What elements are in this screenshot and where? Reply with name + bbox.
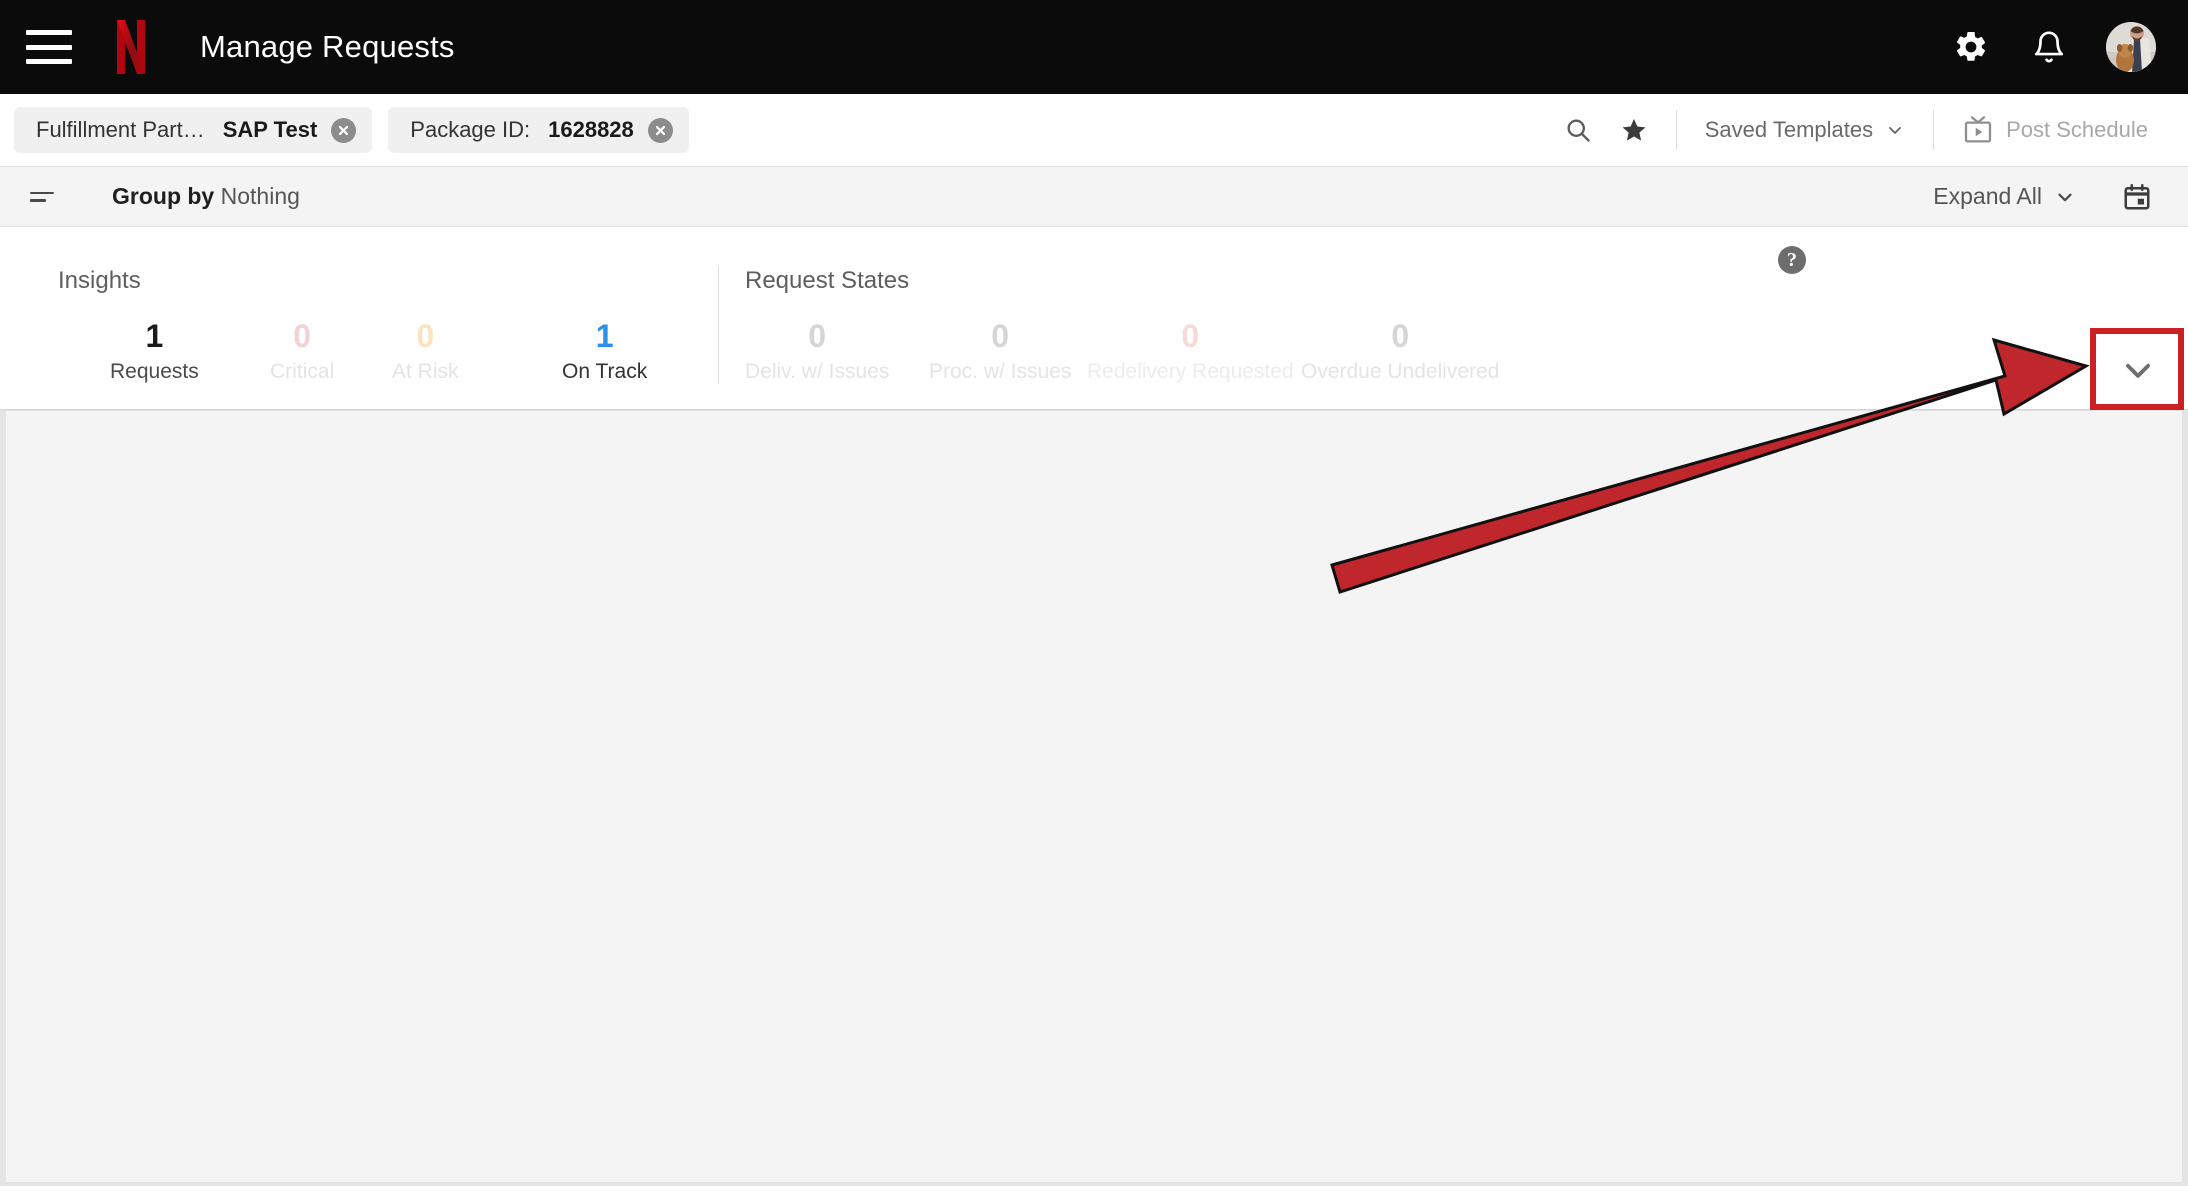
hamburger-line	[26, 44, 72, 50]
chevron-down-icon	[2126, 363, 2150, 378]
stat-value: 0	[416, 318, 435, 354]
stat-value: 0	[1391, 318, 1410, 354]
stat-label: Redelivery Requested	[1087, 360, 1294, 383]
insights-panel: Insights Request States 1 Requests 0 Cri…	[0, 228, 2188, 410]
hamburger-line	[26, 30, 72, 35]
collapse-insights-button[interactable]	[2099, 337, 2177, 403]
hamburger-line	[26, 59, 72, 64]
filter-chip-value: SAP Test	[222, 117, 318, 142]
requests-list-area[interactable]	[0, 410, 2188, 1186]
group-by-bar: Group by Nothing Expand All	[0, 167, 2188, 227]
stat-label: Critical	[270, 360, 335, 383]
stat-at-risk[interactable]: 0 At Risk	[392, 316, 459, 386]
requests-list-empty	[6, 410, 2182, 1182]
post-schedule-button[interactable]: Post Schedule	[1948, 108, 2162, 152]
group-by-control[interactable]: Group by Nothing	[112, 183, 300, 210]
filter-chip-package-id[interactable]: Package ID: 1628828	[388, 107, 689, 153]
filter-chip-key: Fulfillment Part…	[36, 117, 205, 142]
stat-label: Requests	[110, 360, 199, 383]
netflix-n-logo[interactable]	[116, 20, 146, 74]
expand-all-label: Expand All	[1933, 183, 2042, 209]
request-states-stat-group: 0 Deliv. w/ Issues 0 Proc. w/ Issues 0 R…	[719, 228, 1779, 410]
filter-chip-list: Fulfillment Part… SAP Test Package ID: 1…	[14, 107, 689, 153]
stat-value: 0	[991, 318, 1010, 354]
filter-chip-key: Package ID:	[410, 117, 531, 142]
stat-value: 0	[808, 318, 827, 354]
app-header: Manage Requests	[0, 0, 2188, 94]
post-schedule-label: Post Schedule	[2006, 117, 2148, 142]
stat-value: 1	[145, 318, 164, 354]
stat-label: At Risk	[392, 360, 459, 383]
stat-critical[interactable]: 0 Critical	[270, 316, 334, 386]
star-filled-icon[interactable]	[1606, 108, 1662, 152]
saved-templates-label: Saved Templates	[1704, 117, 1874, 142]
group-by-label: Group by	[112, 183, 215, 209]
stat-value: 0	[293, 318, 311, 354]
help-circle-icon[interactable]: ?	[1778, 246, 1806, 274]
tv-play-icon	[1964, 116, 1992, 143]
header-actions	[1950, 22, 2156, 72]
filter-chip-fulfillment-partner[interactable]: Fulfillment Part… SAP Test	[14, 107, 373, 153]
sort-lines-icon[interactable]	[30, 182, 62, 212]
filter-bar-actions: Saved Templates Post Schedule	[1550, 108, 2162, 152]
page-title: Manage Requests	[200, 29, 455, 64]
calendar-icon[interactable]	[2116, 176, 2158, 218]
search-icon[interactable]	[1550, 108, 1606, 152]
stat-overdue-undelivered[interactable]: 0 Overdue Undelivered	[1301, 316, 1499, 386]
bell-icon[interactable]	[2028, 26, 2070, 68]
help-glyph: ?	[1787, 248, 1797, 271]
group-by-left: Group by Nothing	[30, 182, 300, 212]
stat-label: Deliv. w/ Issues	[745, 360, 890, 383]
app-root: Manage Requests Fulfillment Part… SAP Te…	[0, 0, 2188, 1186]
chevron-down-icon	[2058, 193, 2072, 201]
stat-requests[interactable]: 1 Requests	[110, 316, 199, 386]
stat-value: 0	[1181, 318, 1200, 354]
saved-templates-dropdown[interactable]: Saved Templates	[1691, 108, 1919, 152]
filter-chip-value: 1628828	[548, 117, 634, 142]
hamburger-menu-icon[interactable]	[26, 30, 72, 64]
stat-label: Overdue Undelivered	[1301, 360, 1500, 383]
gear-icon[interactable]	[1950, 26, 1992, 68]
divider	[1933, 110, 1935, 150]
group-by-value: Nothing	[220, 183, 300, 209]
sort-line	[30, 199, 46, 202]
close-circle-icon[interactable]	[647, 117, 673, 143]
filter-bar: Fulfillment Part… SAP Test Package ID: 1…	[0, 94, 2188, 167]
stat-label: On Track	[562, 360, 648, 383]
stat-proc-with-issues[interactable]: 0 Proc. w/ Issues	[929, 316, 1071, 386]
divider	[1675, 110, 1677, 150]
close-circle-icon[interactable]	[331, 117, 357, 143]
chevron-down-icon	[1889, 127, 1902, 134]
sort-line	[30, 191, 54, 194]
expand-all-dropdown[interactable]: Expand All	[1933, 183, 2076, 210]
stat-on-track[interactable]: 1 On Track	[562, 316, 647, 386]
stat-value: 1	[595, 318, 614, 354]
avatar[interactable]	[2106, 22, 2156, 72]
stat-redelivery-requested[interactable]: 0 Redelivery Requested	[1087, 316, 1294, 386]
insights-stat-group: 1 Requests 0 Critical 0 At Risk 1 On Tra…	[0, 228, 718, 410]
stat-label: Proc. w/ Issues	[929, 360, 1072, 383]
stat-deliv-with-issues[interactable]: 0 Deliv. w/ Issues	[745, 316, 889, 386]
group-by-right: Expand All	[1933, 176, 2158, 218]
